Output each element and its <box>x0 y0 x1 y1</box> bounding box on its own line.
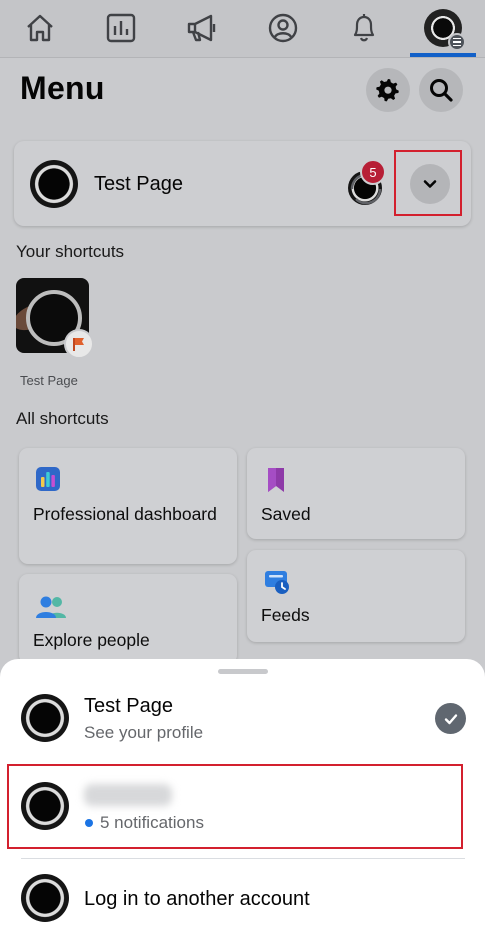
notification-badge: 5 <box>360 159 386 185</box>
login-another-account-button[interactable]: Log in to another account <box>84 888 310 911</box>
divider <box>21 858 465 859</box>
nav-tab-dashboard[interactable] <box>91 0 151 56</box>
avatar <box>21 694 69 742</box>
bookmark-icon <box>268 468 284 492</box>
all-shortcuts-heading: All shortcuts <box>16 409 109 428</box>
account-title[interactable]: Test Page <box>84 695 173 718</box>
tile-label: Professional dashboard <box>33 504 217 524</box>
nav-tab-ads[interactable] <box>172 0 232 56</box>
profile-name: Test Page <box>94 173 183 195</box>
flag-icon <box>64 329 94 359</box>
tile-label: Saved <box>261 504 311 524</box>
people-icon <box>36 596 66 618</box>
nav-tab-menu[interactable] <box>413 0 473 56</box>
home-icon <box>27 14 53 42</box>
account-switcher-sheet: Test Page See your profile 5 notificatio… <box>0 659 485 933</box>
menu-avatar-icon <box>424 9 466 51</box>
gear-icon <box>376 79 399 102</box>
avatar <box>30 160 78 208</box>
tile-label: Explore people <box>33 630 150 650</box>
hamburger-icon <box>448 33 466 51</box>
account-subtitle: See your profile <box>84 723 204 742</box>
tile-label: Feeds <box>261 605 310 625</box>
shortcut-label: Test Page <box>20 373 78 388</box>
nav-tab-home[interactable] <box>10 0 70 56</box>
profile-icon <box>268 13 298 43</box>
tile-explore-people[interactable]: Explore people <box>19 574 237 664</box>
highlight-box <box>394 150 462 216</box>
avatar <box>21 874 69 922</box>
highlight-box <box>7 764 463 849</box>
nav-tab-notifications[interactable] <box>334 0 394 56</box>
sheet-drag-handle[interactable] <box>218 669 268 674</box>
check-icon <box>435 703 466 734</box>
page-title: Menu <box>20 70 105 106</box>
active-tab-indicator <box>410 53 476 57</box>
settings-button[interactable] <box>366 68 410 112</box>
your-shortcuts-heading: Your shortcuts <box>16 242 125 261</box>
nav-tab-profile[interactable] <box>253 0 313 56</box>
professional-dashboard-icon <box>36 467 60 491</box>
bell-icon <box>353 14 375 42</box>
tile-feeds[interactable]: Feeds <box>247 550 465 642</box>
megaphone-icon <box>187 14 216 42</box>
dashboard-icon <box>106 13 136 43</box>
top-navigation-bar <box>0 0 485 58</box>
search-icon <box>430 79 453 102</box>
tile-saved[interactable]: Saved <box>247 448 465 539</box>
search-button[interactable] <box>419 68 463 112</box>
feeds-icon <box>265 571 289 594</box>
tile-professional-dashboard[interactable]: Professional dashboard <box>19 448 237 564</box>
